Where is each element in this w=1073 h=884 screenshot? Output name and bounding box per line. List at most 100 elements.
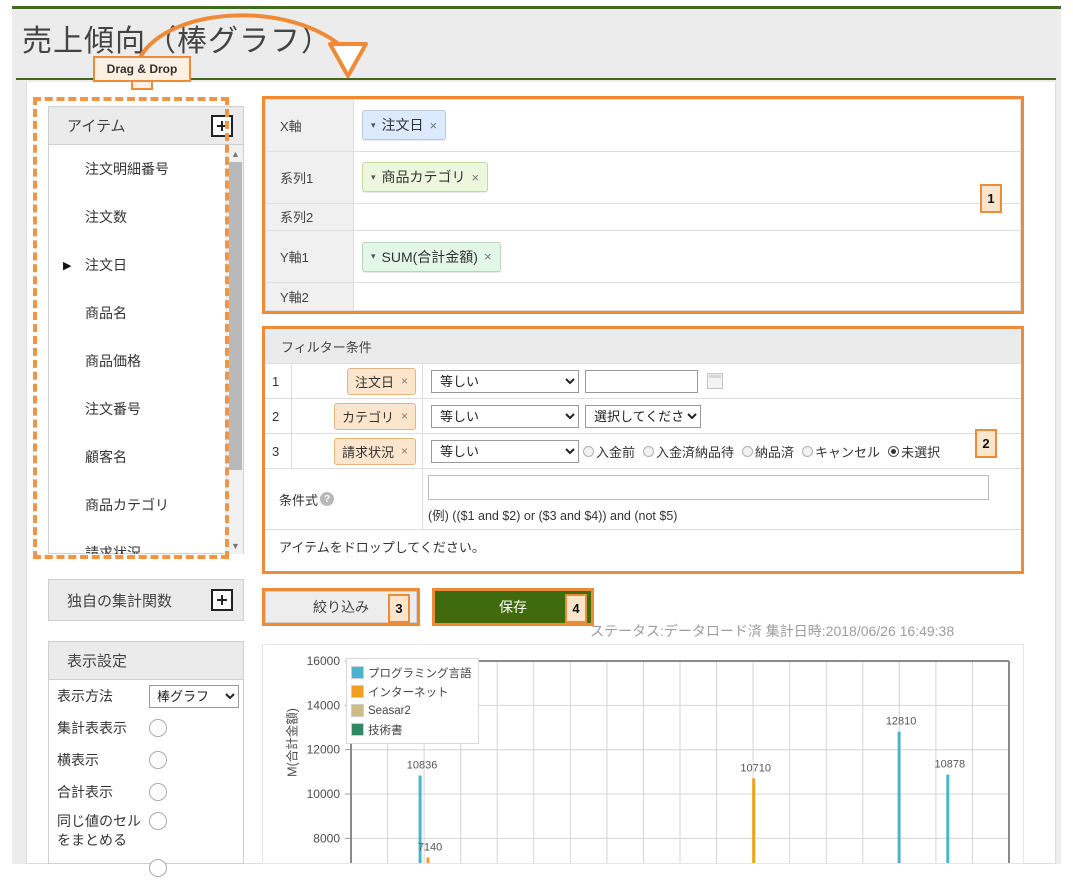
display-method-select[interactable]: 棒グラフ bbox=[149, 684, 239, 708]
axis-value-dropzone[interactable] bbox=[353, 282, 1021, 311]
filter-dropzone-hint[interactable]: アイテムをドロップしてください。 bbox=[265, 530, 1021, 562]
chevron-down-icon[interactable]: ▾ bbox=[371, 172, 376, 183]
axis-value-dropzone[interactable]: ▾ 注文日 × bbox=[353, 99, 1021, 152]
radio-label: キャンセル bbox=[815, 444, 881, 460]
radio-label: 納品済 bbox=[755, 444, 795, 460]
filter-field-cell[interactable]: 注文日 × bbox=[292, 364, 423, 398]
items-list[interactable]: ▶ 注文明細番号 ▶ 注文数 ▶ 注文日 ▶ 商品名 ▶ 商品価格 ▶ 注文番号 bbox=[49, 145, 243, 554]
toggle-row: 横表示 bbox=[49, 744, 243, 776]
filter-operator-select[interactable]: 等しい bbox=[431, 439, 579, 463]
chevron-down-icon[interactable]: ▾ bbox=[371, 251, 376, 262]
display-method-row: 表示方法 棒グラフ bbox=[49, 680, 243, 712]
radio-option[interactable]: キャンセル bbox=[802, 442, 880, 461]
radio-option[interactable]: 未選択 bbox=[888, 442, 940, 461]
list-item[interactable]: ▶ 商品カテゴリ bbox=[49, 481, 243, 529]
display-method-label: 表示方法 bbox=[57, 687, 113, 704]
axis-chip-y1[interactable]: ▾ SUM(合計金額) × bbox=[362, 241, 501, 272]
scroll-up-icon[interactable]: ▲ bbox=[227, 145, 243, 162]
filter-radio-group: 入金前 入金済納品待 納品済 キャンセル 未選択 bbox=[583, 442, 940, 461]
plus-icon[interactable] bbox=[211, 114, 233, 137]
toggle-radio[interactable] bbox=[149, 719, 167, 737]
status-text: ステータス:データロード済 集計日時:2018/06/26 16:49:38 bbox=[590, 623, 955, 639]
axis-chip-series1[interactable]: ▾ 商品カテゴリ × bbox=[362, 162, 489, 193]
axis-value-dropzone[interactable] bbox=[353, 202, 1021, 232]
list-item[interactable]: ▶ 注文数 bbox=[49, 193, 243, 241]
list-item[interactable]: ▶ 注文番号 bbox=[49, 385, 243, 433]
radio-icon[interactable] bbox=[742, 445, 754, 457]
custom-function-panel: 独自の集計関数 bbox=[48, 579, 244, 621]
condition-expression-input[interactable] bbox=[428, 475, 989, 500]
filter-field-chip[interactable]: カテゴリ × bbox=[333, 402, 416, 430]
radio-option[interactable]: 入金済納品待 bbox=[643, 442, 734, 461]
calendar-icon[interactable] bbox=[707, 373, 723, 389]
list-item-label: 注文日 bbox=[85, 257, 127, 273]
axis-key: 系列1 bbox=[265, 150, 354, 204]
plus-icon[interactable] bbox=[211, 589, 233, 611]
chart-container: 8000 10000 12000 14000 16000 10836 7140 10710 12… bbox=[262, 644, 1024, 864]
axis-value-dropzone[interactable]: ▾ SUM(合計金額) × bbox=[353, 230, 1021, 284]
toggle-row: 同じ値のセル をまとめる bbox=[49, 808, 243, 852]
condition-expression-row: 条件式 ? (例) (($1 and $2) or ($3 and $4)) a… bbox=[265, 469, 1021, 530]
filter-field-label: カテゴリ bbox=[341, 409, 394, 425]
filter-operator-select[interactable]: 等しい bbox=[431, 404, 579, 428]
radio-icon[interactable] bbox=[888, 445, 900, 457]
items-scrollbar[interactable]: ▲ ▼ bbox=[226, 145, 243, 554]
close-icon[interactable]: × bbox=[401, 409, 408, 423]
list-item-label: 注文明細番号 bbox=[85, 161, 169, 177]
toggle-radio[interactable] bbox=[149, 812, 167, 830]
filter-row-number: 2 bbox=[265, 399, 292, 433]
radio-option[interactable]: 入金前 bbox=[583, 442, 635, 461]
filter-field-chip[interactable]: 注文日 × bbox=[346, 367, 416, 395]
toggle-radio[interactable] bbox=[149, 751, 167, 769]
legend-item: プログラミング言語 bbox=[351, 663, 472, 682]
toggle-row-partial bbox=[49, 852, 243, 884]
radio-icon[interactable] bbox=[802, 445, 814, 457]
toggle-label: 合計表示 bbox=[57, 783, 113, 800]
filter-value-select[interactable]: 選択してください bbox=[585, 404, 701, 428]
close-icon[interactable]: × bbox=[484, 249, 492, 264]
axis-chip-label: 商品カテゴリ bbox=[381, 169, 466, 186]
toggle-label: 横表示 bbox=[57, 751, 99, 768]
radio-icon[interactable] bbox=[643, 445, 655, 457]
chart-y-axis-label: M(合計金額) bbox=[285, 708, 300, 777]
scroll-down-icon[interactable]: ▼ bbox=[227, 537, 243, 554]
filter-field-chip[interactable]: 請求状況 × bbox=[333, 437, 416, 465]
radio-icon[interactable] bbox=[583, 445, 594, 457]
filter-field-cell[interactable]: 請求状況 × bbox=[292, 434, 423, 468]
close-icon[interactable]: × bbox=[401, 444, 408, 458]
toggle-radio[interactable] bbox=[149, 859, 167, 877]
chevron-down-icon[interactable]: ▾ bbox=[371, 120, 376, 131]
axis-key: Y軸1 bbox=[265, 230, 354, 284]
legend-swatch bbox=[351, 723, 364, 736]
list-item[interactable]: ▶ 注文日 bbox=[49, 241, 243, 289]
legend-item: 技術書 bbox=[351, 720, 472, 739]
close-icon[interactable]: × bbox=[401, 374, 408, 388]
toggle-radio[interactable] bbox=[149, 783, 167, 801]
filter-value-input[interactable] bbox=[585, 369, 698, 393]
list-item[interactable]: ▶ 商品価格 bbox=[49, 337, 243, 385]
legend-label: Seasar2 bbox=[368, 704, 411, 717]
legend-label: 技術書 bbox=[368, 724, 403, 737]
callout-badge-2: 2 bbox=[975, 429, 997, 458]
chart-legend: プログラミング言語 インターネット Seasar2 技術書 bbox=[346, 658, 479, 744]
close-icon[interactable]: × bbox=[430, 118, 438, 133]
list-item[interactable]: ▶ 注文明細番号 bbox=[49, 145, 243, 193]
filter-operator-select[interactable]: 等しい bbox=[431, 369, 579, 393]
radio-option[interactable]: 納品済 bbox=[742, 442, 794, 461]
list-item-label: 商品名 bbox=[85, 305, 127, 321]
close-icon[interactable]: × bbox=[472, 170, 480, 185]
drag-drop-callout: Drag & Drop bbox=[93, 56, 191, 82]
list-item[interactable]: ▶ 商品名 bbox=[49, 289, 243, 337]
axis-chip-x[interactable]: ▾ 注文日 × bbox=[362, 110, 447, 141]
svg-text:7140: 7140 bbox=[418, 841, 442, 853]
list-item[interactable]: ▶ 請求状況 bbox=[49, 529, 243, 554]
scrollbar-thumb[interactable] bbox=[229, 162, 242, 470]
list-item[interactable]: ▶ 顧客名 bbox=[49, 433, 243, 481]
axis-chip-label: SUM(合計金額) bbox=[381, 248, 478, 265]
filter-field-cell[interactable]: カテゴリ × bbox=[292, 399, 423, 433]
expand-triangle-icon[interactable]: ▶ bbox=[63, 259, 75, 272]
list-item-label: 請求状況 bbox=[85, 545, 141, 554]
axis-value-dropzone[interactable]: ▾ 商品カテゴリ × bbox=[353, 150, 1021, 204]
drag-drop-arrow-icon bbox=[136, 13, 368, 78]
help-icon[interactable]: ? bbox=[320, 492, 335, 506]
